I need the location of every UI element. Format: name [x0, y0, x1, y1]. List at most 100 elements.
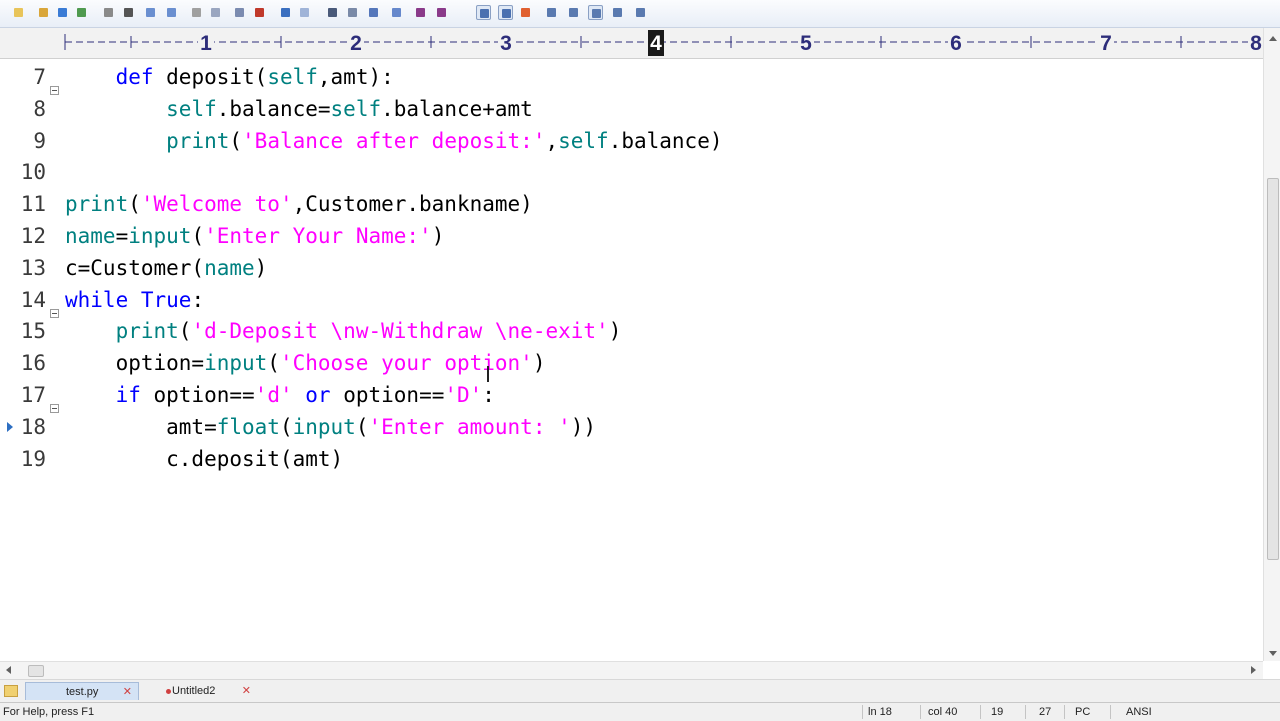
hex-icon[interactable] [413, 5, 428, 20]
ruler-number: 7 [1100, 32, 1112, 55]
string-token: 'Balance after deposit:' [242, 128, 546, 153]
redo-icon[interactable] [297, 5, 312, 20]
code-line[interactable]: 9 print('Balance after deposit:',self.ba… [0, 125, 1262, 157]
full-screen-icon[interactable] [588, 5, 603, 20]
code-text: c=Customer(name) [65, 252, 267, 284]
print-icon[interactable] [121, 5, 136, 20]
ruler-number: 4 [650, 32, 662, 55]
paste-icon[interactable] [232, 5, 247, 20]
bold-hx-icon[interactable] [434, 5, 449, 20]
scroll-down-arrow-icon[interactable] [1269, 651, 1277, 656]
builtin-token: input [128, 224, 192, 248]
context-help-icon[interactable] [633, 5, 648, 20]
ruler-scale: 1 2 3 4 5 6 7 8 [64, 30, 1264, 56]
toolbar [0, 0, 1280, 28]
text-token: ( [279, 414, 293, 439]
save-all-icon[interactable] [74, 5, 89, 20]
print-preview-icon[interactable] [101, 5, 116, 20]
tile-icon[interactable] [566, 5, 581, 20]
save-icon[interactable] [55, 5, 70, 20]
text-token: = [115, 224, 129, 248]
code-text: def deposit(self,amt): [65, 61, 394, 93]
line-number: 13 [20, 255, 46, 280]
scroll-up-arrow-icon[interactable] [1269, 36, 1277, 41]
code-line[interactable]: 19 c.deposit(amt) [0, 443, 1262, 475]
modified-indicator-icon [166, 689, 171, 694]
line-number: 11 [20, 192, 46, 217]
string-token: 'd-Deposit \nw-Withdraw \ne-exit' [191, 319, 609, 344]
scroll-left-arrow-icon[interactable] [6, 666, 11, 674]
horizontal-scroll-thumb[interactable] [28, 665, 44, 677]
delete-icon[interactable] [252, 5, 267, 20]
fold-toggle-icon[interactable] [50, 295, 59, 318]
html-icon[interactable] [164, 5, 179, 20]
code-line[interactable]: 8 self.balance=self.balance+amt [0, 93, 1262, 125]
undo-icon[interactable] [278, 5, 293, 20]
code-text: self.balance=self.balance+amt [65, 93, 533, 125]
vertical-scroll-thumb[interactable] [1267, 178, 1279, 560]
code-line[interactable]: 15 print('d-Deposit \nw-Withdraw \ne-exi… [0, 315, 1262, 347]
builtin-token: input [204, 351, 268, 376]
tab-test-py[interactable]: test.py ✕ [25, 682, 139, 700]
copy-icon[interactable] [208, 5, 223, 20]
cut-icon[interactable] [189, 5, 204, 20]
code-text: while True: [65, 284, 204, 316]
window-icon[interactable] [544, 5, 559, 20]
code-text: amt=float(input('Enter amount: ')) [65, 411, 596, 443]
code-line[interactable]: 14 while True: [0, 284, 1262, 318]
ruler-icon[interactable] [498, 5, 513, 20]
code-line[interactable]: 13 c=Customer(name) [0, 252, 1262, 284]
text-token: c=Customer( [65, 255, 205, 280]
indent-icon[interactable] [389, 5, 404, 20]
line-number: 15 [20, 319, 46, 344]
open-folder-icon[interactable] [36, 5, 51, 20]
builtin-token: name [65, 224, 116, 248]
spell-check-mark-icon[interactable] [518, 5, 533, 20]
fold-toggle-icon[interactable] [50, 72, 59, 95]
close-tab-icon[interactable]: ✕ [242, 682, 251, 700]
close-tab-icon[interactable]: ✕ [123, 683, 132, 701]
horizontal-scrollbar[interactable] [0, 661, 1263, 679]
tab-untitled2[interactable]: Untitled2 ✕ [157, 682, 257, 700]
text-token: .balance+amt [381, 96, 533, 121]
text-token: ( [229, 128, 243, 153]
code-text: print('Balance after deposit:',self.bala… [65, 125, 723, 157]
status-value-1: 19 [991, 706, 1004, 718]
find-in-files-icon[interactable] [366, 5, 381, 20]
string-token: 'Welcome to' [140, 192, 293, 217]
word-wrap-icon[interactable] [476, 5, 491, 20]
fold-toggle-icon[interactable] [50, 390, 59, 413]
line-number: 14 [20, 287, 46, 312]
code-line[interactable]: 17 if option=='d' or option=='D': [0, 379, 1262, 413]
code-line[interactable]: 12 name=input('Enter Your Name:') [0, 220, 1262, 252]
folder-icon[interactable] [4, 685, 18, 697]
text-token: c.deposit(amt) [65, 446, 344, 471]
ruler-number: 1 [200, 32, 212, 55]
vertical-scrollbar[interactable] [1263, 28, 1280, 661]
code-line[interactable]: 18 amt=float(input('Enter amount: ')) [0, 411, 1262, 443]
find-replace-icon[interactable] [345, 5, 360, 20]
text-token: ) [254, 255, 268, 280]
code-line[interactable]: 11 print('Welcome to',Customer.bankname) [0, 188, 1262, 220]
code-editor[interactable]: 7 def deposit(self,amt): 8 self.balance=s… [0, 59, 1262, 661]
spellcheck-icon[interactable] [143, 5, 158, 20]
cascade-icon[interactable] [610, 5, 625, 20]
new-file-icon[interactable] [11, 5, 26, 20]
code-text: print('Welcome to',Customer.bankname) [65, 188, 533, 220]
line-number: 19 [20, 446, 46, 471]
text-token: .balance) [608, 128, 723, 153]
code-line[interactable]: 10 [0, 156, 1262, 188]
code-line[interactable]: 7 def deposit(self,amt): [0, 61, 1262, 95]
builtin-token: name [204, 255, 255, 280]
line-number: 9 [33, 128, 46, 153]
text-token: ,Customer.bankname) [292, 192, 533, 217]
code-line[interactable]: 16 option=input('Choose your option') [0, 347, 1262, 379]
find-icon[interactable] [325, 5, 340, 20]
text-token: ( [191, 224, 205, 248]
bookmark-arrow-icon [7, 421, 13, 432]
string-token: 'D' [444, 383, 483, 407]
scroll-right-arrow-icon[interactable] [1251, 666, 1256, 674]
builtin-token: input [292, 414, 356, 439]
